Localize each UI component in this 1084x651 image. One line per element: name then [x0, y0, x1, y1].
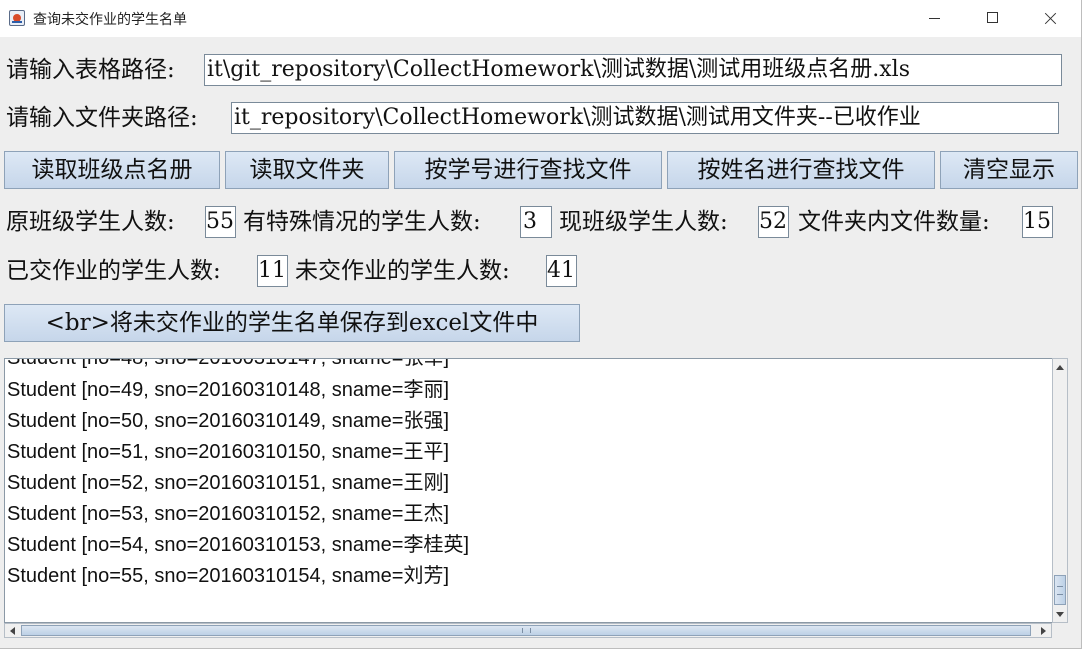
current-count-field[interactable]: 52 [758, 206, 789, 238]
submitted-count-field[interactable]: 11 [257, 255, 288, 287]
folder-path-label: 请输入文件夹路径: [6, 105, 198, 131]
vertical-scroll-thumb[interactable] [1054, 575, 1066, 605]
file-count-field[interactable]: 15 [1022, 206, 1053, 238]
scroll-corner [1052, 623, 1068, 638]
minimize-icon[interactable] [905, 0, 963, 37]
list-item: Student [no=49, sno=20160310148, sname=李… [7, 379, 450, 401]
read-folder-button[interactable]: 读取文件夹 [225, 151, 389, 189]
list-item: Student [no=48, sno=20160310147, sname=张… [7, 358, 450, 369]
scroll-down-icon[interactable] [1056, 612, 1064, 617]
file-count-label: 文件夹内文件数量: [798, 209, 990, 235]
clear-display-button[interactable]: 清空显示 [940, 151, 1078, 189]
scroll-right-icon[interactable] [1041, 627, 1046, 635]
app-window: 查询未交作业的学生名单 请输入表格路径: it\git_repository\C… [0, 0, 1082, 649]
window-title: 查询未交作业的学生名单 [33, 12, 187, 28]
find-by-sno-button[interactable]: 按学号进行查找文件 [394, 151, 662, 189]
original-count-field[interactable]: 55 [205, 206, 236, 238]
vertical-scrollbar[interactable] [1052, 358, 1068, 623]
list-item: Student [no=54, sno=20160310153, sname=李… [7, 534, 470, 556]
missing-count-label: 未交作业的学生人数: [295, 258, 510, 284]
scroll-up-icon[interactable] [1056, 365, 1064, 370]
list-item: Student [no=55, sno=20160310154, sname=刘… [7, 565, 450, 587]
maximize-icon[interactable] [963, 0, 1021, 37]
list-item: Student [no=51, sno=20160310150, sname=王… [7, 441, 450, 463]
table-path-label: 请输入表格路径: [6, 57, 175, 83]
list-item: Student [no=52, sno=20160310151, sname=王… [7, 472, 450, 494]
scroll-left-icon[interactable] [10, 627, 15, 635]
java-app-icon [9, 10, 25, 26]
title-bar: 查询未交作业的学生名单 [0, 0, 1081, 37]
save-to-excel-button[interactable]: <br>将未交作业的学生名单保存到excel文件中 [4, 304, 580, 342]
special-count-field[interactable]: 3 [520, 206, 552, 238]
submitted-count-label: 已交作业的学生人数: [6, 258, 221, 284]
list-item: Student [no=50, sno=20160310149, sname=张… [7, 410, 450, 432]
horizontal-scrollbar[interactable] [4, 623, 1052, 638]
list-item: Student [no=53, sno=20160310152, sname=王… [7, 503, 450, 525]
current-count-label: 现班级学生人数: [559, 209, 728, 235]
find-by-name-button[interactable]: 按姓名进行查找文件 [667, 151, 935, 189]
horizontal-scroll-thumb[interactable] [21, 625, 1031, 636]
student-list-textarea[interactable]: Student [no=48, sno=20160310147, sname=张… [4, 358, 1054, 623]
table-path-input[interactable]: it\git_repository\CollectHomework\测试数据\测… [204, 54, 1062, 86]
missing-count-field[interactable]: 41 [546, 255, 577, 287]
read-roster-button[interactable]: 读取班级点名册 [4, 151, 220, 189]
special-count-label: 有特殊情况的学生人数: [243, 209, 481, 235]
close-icon[interactable] [1021, 0, 1079, 37]
original-count-label: 原班级学生人数: [6, 209, 175, 235]
folder-path-input[interactable]: it_repository\CollectHomework\测试数据\测试用文件… [231, 102, 1059, 134]
